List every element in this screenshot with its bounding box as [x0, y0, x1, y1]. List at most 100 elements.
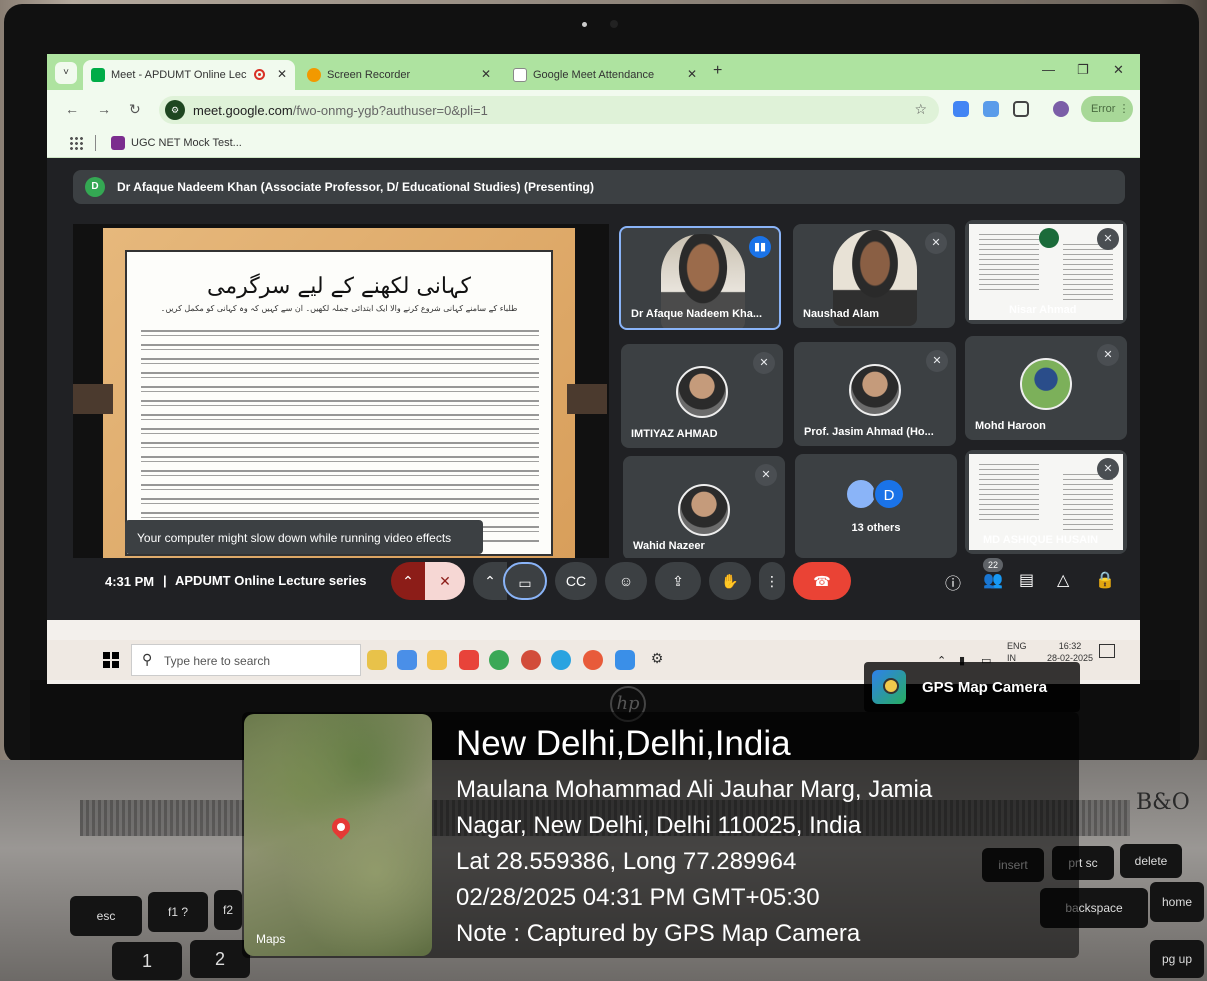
chrome-profile-icon[interactable]: [521, 650, 541, 670]
edge-app-icon[interactable]: [397, 650, 417, 670]
slide-paper: کہانی لکھنے کے لیے سرگرمی طلباء کے سامنے…: [125, 250, 553, 556]
gps-coordinates: Lat 28.559386, Long 77.289964: [456, 848, 797, 875]
bookmark-divider: [95, 135, 96, 151]
tab-screen-recorder[interactable]: Screen Recorder ✕: [299, 60, 499, 90]
mic-off-icon: ✕: [925, 232, 947, 254]
camera-toggle-button[interactable]: ▭: [503, 562, 547, 600]
participant-tile[interactable]: ✕ Wahid Nazeer: [623, 456, 785, 560]
settings-gear-icon[interactable]: ⚙: [647, 650, 667, 670]
meet-stage: D Dr Afaque Nadeem Khan (Associate Profe…: [47, 158, 1140, 584]
address-bar[interactable]: ⚙ meet.google.com/fwo-onmg-ygb?authuser=…: [159, 96, 939, 124]
bookmark-favicon-icon: [111, 136, 125, 150]
more-options-button[interactable]: ⋮: [759, 562, 785, 600]
meeting-title-separator: |: [163, 573, 167, 588]
error-label: Error: [1091, 103, 1116, 115]
reload-icon[interactable]: ↻: [129, 101, 141, 118]
tab-meet-attendance[interactable]: Google Meet Attendance ✕: [505, 60, 705, 90]
participant-name: Prof. Jasim Ahmad (Ho...: [804, 426, 934, 438]
participant-tile[interactable]: ✕ Naushad Alam: [793, 224, 955, 328]
translate-extension-icon[interactable]: [953, 101, 969, 117]
screen-recorder-icon: [307, 68, 321, 82]
tab-label: Screen Recorder: [327, 69, 411, 81]
participant-tile[interactable]: ✕ Mohd Haroon: [965, 336, 1127, 440]
others-tile[interactable]: D 13 others: [795, 454, 957, 558]
slide-right-tab: [567, 384, 607, 414]
windows-start-icon[interactable]: [103, 652, 119, 668]
mic-off-icon: ✕: [926, 350, 948, 372]
flyer-text: [1063, 244, 1113, 304]
participant-name: Nisar Ahmad: [1009, 304, 1077, 316]
minimize-icon[interactable]: —: [1042, 62, 1055, 77]
gps-address-line: Nagar, New Delhi, Delhi 110025, India: [456, 812, 862, 839]
notification-icon[interactable]: [1099, 644, 1115, 658]
mic-off-icon: ✕: [1097, 344, 1119, 366]
language-indicator[interactable]: ENG IN: [1007, 640, 1027, 664]
meeting-title: APDUMT Online Lecture series: [175, 573, 367, 588]
participant-tile[interactable]: ✕ IMTIYAZ AHMAD: [621, 344, 783, 448]
participant-tile[interactable]: ✕ Nisar Ahmad: [965, 220, 1127, 324]
restore-icon[interactable]: ❐: [1077, 62, 1089, 78]
activities-icon[interactable]: △: [1057, 570, 1069, 590]
back-icon[interactable]: ←: [65, 101, 79, 117]
url-path: /fwo-onmg-ygb?authuser=0&pli=1: [292, 103, 488, 118]
gps-badge-label: GPS Map Camera: [922, 679, 1048, 696]
photos-app-icon[interactable]: [615, 650, 635, 670]
map-pin-icon: [328, 814, 354, 840]
bang-olufsen-logo: B&O: [1136, 790, 1190, 815]
taskbar-search-box[interactable]: ⚲ Type here to search: [131, 644, 361, 676]
window-close-icon[interactable]: ✕: [1113, 62, 1124, 78]
drive-extension-icon[interactable]: [983, 101, 999, 117]
mic-toggle-button[interactable]: ✕: [425, 562, 465, 600]
extensions-puzzle-icon[interactable]: [1013, 101, 1029, 117]
reactions-button[interactable]: ☺: [605, 562, 647, 600]
gps-datetime: 02/28/2025 04:31 PM GMT+05:30: [456, 884, 820, 911]
close-icon[interactable]: ✕: [687, 67, 697, 81]
raise-hand-button[interactable]: ✋: [709, 562, 751, 600]
speaking-indicator-icon: ▮▮: [749, 236, 771, 258]
participant-tile[interactable]: ✕ Prof. Jasim Ahmad (Ho...: [794, 342, 956, 446]
telegram-app-icon[interactable]: [551, 650, 571, 670]
participant-avatar: [678, 484, 730, 536]
host-controls-icon[interactable]: 🔒: [1095, 570, 1115, 590]
profile-avatar[interactable]: [1053, 101, 1069, 117]
gps-note: Note : Captured by GPS Map Camera: [456, 920, 861, 947]
participant-name: Dr Afaque Nadeem Kha...: [631, 308, 763, 320]
site-info-icon[interactable]: ⚙: [165, 100, 185, 120]
apps-grid-icon[interactable]: [69, 136, 83, 150]
meeting-info-icon[interactable]: ⓘ: [945, 570, 961, 594]
key-pgup: pg up: [1150, 940, 1204, 978]
bookmark-star-icon[interactable]: ☆: [914, 101, 927, 118]
people-icon[interactable]: 👥: [983, 570, 1003, 590]
webcam: [610, 20, 618, 28]
new-tab-icon[interactable]: +: [713, 62, 722, 80]
error-button[interactable]: Error ⋮: [1081, 96, 1133, 122]
bookmark-ugc-net[interactable]: UGC NET Mock Test...: [131, 137, 242, 149]
leave-call-button[interactable]: ☎: [793, 562, 851, 600]
chat-icon[interactable]: ▤: [1019, 570, 1034, 590]
participant-tile[interactable]: ✕ MD ASHIQUE HUSAIN: [965, 450, 1127, 554]
captions-button[interactable]: CC: [555, 562, 597, 600]
laptop-screen: ˅ Meet - APDUMT Online Lec ✕ Screen Reco…: [47, 54, 1140, 684]
participant-tile[interactable]: ▮▮ Dr Afaque Nadeem Kha...: [619, 226, 781, 330]
tab-search-chevron-icon[interactable]: ˅: [55, 62, 77, 84]
mic-options-chevron-icon[interactable]: ⌃: [391, 562, 425, 600]
chrome-app-icon[interactable]: [489, 650, 509, 670]
chrome-app-icon[interactable]: [583, 650, 603, 670]
youtube-app-icon[interactable]: [459, 650, 479, 670]
copilot-app-icon[interactable]: [367, 650, 387, 670]
key-f2: f2: [214, 890, 242, 930]
file-explorer-icon[interactable]: [427, 650, 447, 670]
slide-body-text: [141, 324, 539, 544]
present-screen-button[interactable]: ⇪: [655, 562, 701, 600]
close-icon[interactable]: ✕: [277, 67, 287, 81]
participant-name: IMTIYAZ AHMAD: [631, 428, 718, 440]
key-f1: f1 ?: [148, 892, 208, 932]
camera-options-chevron-icon[interactable]: ⌃: [473, 562, 507, 600]
url-host: meet.google.com: [193, 103, 293, 118]
taskbar-clock[interactable]: 16:32 28-02-2025: [1047, 640, 1093, 664]
video-effects-toast: Your computer might slow down while runn…: [125, 520, 483, 554]
forward-icon[interactable]: →: [97, 101, 111, 117]
tab-meet[interactable]: Meet - APDUMT Online Lec ✕: [83, 60, 295, 90]
close-icon[interactable]: ✕: [481, 67, 491, 81]
gps-camera-app-icon: [872, 670, 906, 704]
